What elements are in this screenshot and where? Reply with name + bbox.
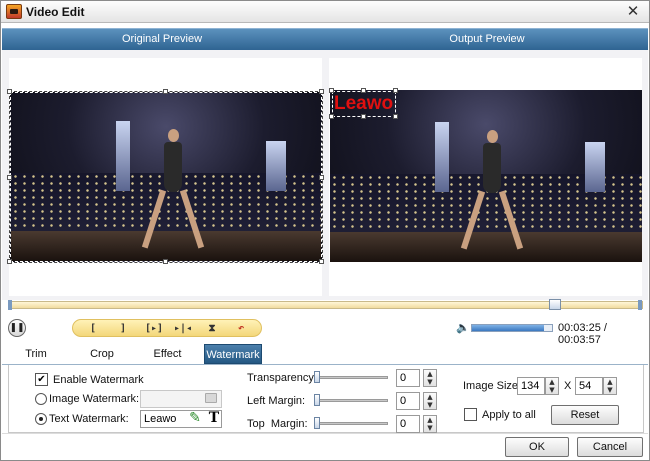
- ok-button[interactable]: OK: [505, 437, 569, 457]
- transparency-value[interactable]: 0: [396, 369, 420, 387]
- dancer-figure: [460, 130, 524, 250]
- folder-icon[interactable]: [205, 393, 217, 403]
- left-margin-value[interactable]: 0: [396, 392, 420, 410]
- title-bar: Video Edit ✕: [1, 1, 649, 23]
- crop-handle[interactable]: [163, 259, 168, 264]
- dancer-figure: [141, 129, 205, 249]
- spin-up-icon[interactable]: ▲: [427, 370, 432, 378]
- left-margin-label: Left Margin:: [247, 395, 306, 407]
- spin-down-icon[interactable]: ▼: [607, 386, 612, 394]
- edit-tabs: Trim Crop Effect Watermark: [2, 344, 648, 364]
- crop-handle[interactable]: [7, 175, 12, 180]
- left-margin-slider-thumb[interactable]: [314, 394, 320, 406]
- image-width-spinner[interactable]: ▲ ▼: [545, 377, 559, 395]
- close-icon[interactable]: ✕: [625, 3, 641, 19]
- spin-down-icon[interactable]: ▼: [427, 378, 432, 386]
- pencil-icon[interactable]: ✎: [187, 410, 203, 426]
- apply-to-all-label: Apply to all: [482, 409, 536, 421]
- watermark-handle[interactable]: [361, 88, 366, 93]
- tower: [266, 141, 286, 191]
- spin-up-icon[interactable]: ▲: [427, 416, 432, 424]
- crop-handle[interactable]: [319, 259, 324, 264]
- text-watermark-radio[interactable]: [35, 413, 47, 425]
- time-display: 00:03:25 / 00:03:57: [558, 322, 607, 346]
- reset-button[interactable]: Reset: [551, 405, 619, 425]
- trim-start-marker[interactable]: [8, 300, 12, 310]
- preview-header: Original Preview Output Preview: [2, 28, 648, 50]
- size-separator: X: [564, 380, 572, 392]
- cancel-button[interactable]: Cancel: [577, 437, 643, 457]
- timeline-playhead[interactable]: [549, 299, 561, 310]
- undo-button[interactable]: ↶: [231, 321, 251, 336]
- split-button[interactable]: ⧗: [202, 321, 222, 336]
- tab-effect[interactable]: Effect: [145, 344, 190, 364]
- tower: [435, 122, 449, 192]
- tab-watermark[interactable]: Watermark: [204, 344, 262, 364]
- top-margin-label: Top Margin:: [247, 418, 308, 430]
- watermark-handle[interactable]: [393, 114, 398, 119]
- crop-handle[interactable]: [319, 89, 324, 94]
- apply-to-all-checkbox[interactable]: [464, 408, 477, 421]
- image-width-value[interactable]: 134: [517, 377, 545, 395]
- enable-watermark-checkbox[interactable]: ✔: [35, 373, 48, 386]
- watermark-handle[interactable]: [329, 88, 334, 93]
- transparency-slider[interactable]: [314, 376, 388, 379]
- video-edit-dialog: Video Edit ✕ Original Preview Output Pre…: [0, 0, 650, 461]
- image-height-spinner[interactable]: ▲ ▼: [603, 377, 617, 395]
- crop-handle[interactable]: [319, 175, 324, 180]
- tower: [116, 121, 130, 191]
- top-margin-slider[interactable]: [314, 422, 388, 425]
- watermark-handle[interactable]: [393, 88, 398, 93]
- spin-up-icon[interactable]: ▲: [427, 393, 432, 401]
- text-watermark-label: Text Watermark:: [49, 413, 129, 425]
- play-segment-button[interactable]: [▸]: [141, 321, 167, 336]
- image-watermark-label: Image Watermark:: [49, 393, 140, 405]
- left-margin-spinner[interactable]: ▲ ▼: [423, 392, 437, 410]
- tab-trim[interactable]: Trim: [16, 344, 56, 364]
- spin-up-icon[interactable]: ▲: [549, 378, 554, 386]
- crop-handle[interactable]: [7, 89, 12, 94]
- spin-up-icon[interactable]: ▲: [607, 378, 612, 386]
- left-margin-slider[interactable]: [314, 399, 388, 402]
- crop-handle[interactable]: [7, 259, 12, 264]
- spin-down-icon[interactable]: ▼: [549, 386, 554, 394]
- volume-level: [472, 325, 544, 331]
- mark-in-button[interactable]: [: [83, 321, 103, 336]
- top-margin-value[interactable]: 0: [396, 415, 420, 433]
- spin-down-icon[interactable]: ▼: [427, 401, 432, 409]
- original-preview-label: Original Preview: [121, 33, 203, 45]
- watermark-handle[interactable]: [329, 114, 334, 119]
- image-watermark-radio[interactable]: [35, 393, 47, 405]
- tower: [585, 142, 605, 192]
- output-preview-label: Output Preview: [449, 33, 525, 45]
- pause-button[interactable]: ❚❚: [8, 319, 26, 337]
- app-logo-icon: [6, 4, 22, 19]
- transparency-spinner[interactable]: ▲ ▼: [423, 369, 437, 387]
- footer-divider: [2, 433, 648, 434]
- top-margin-slider-thumb[interactable]: [314, 417, 320, 429]
- image-height-value[interactable]: 54: [575, 377, 603, 395]
- crop-handle[interactable]: [163, 89, 168, 94]
- spin-down-icon[interactable]: ▼: [427, 424, 432, 432]
- go-to-marks-button[interactable]: ▸|◂: [170, 321, 196, 336]
- window-title: Video Edit: [26, 5, 85, 19]
- transparency-slider-thumb[interactable]: [314, 371, 320, 383]
- font-text-icon[interactable]: T: [207, 410, 221, 426]
- edit-toolbar: [ ] [▸] ▸|◂ ⧗ ↶: [72, 319, 262, 337]
- watermark-handle[interactable]: [361, 114, 366, 119]
- trim-end-marker[interactable]: [638, 300, 642, 310]
- transparency-label: Transparency:: [247, 372, 317, 384]
- mark-out-button[interactable]: ]: [113, 321, 133, 336]
- timeline-track[interactable]: [8, 301, 643, 309]
- image-size-label: Image Size:: [463, 380, 522, 392]
- tab-crop[interactable]: Crop: [82, 344, 122, 364]
- volume-icon[interactable]: 🔈: [456, 322, 470, 334]
- top-margin-spinner[interactable]: ▲ ▼: [423, 415, 437, 433]
- enable-watermark-label: Enable Watermark: [53, 374, 144, 386]
- watermark-overlay-text[interactable]: Leawo: [334, 93, 393, 115]
- original-video-frame[interactable]: [9, 91, 323, 263]
